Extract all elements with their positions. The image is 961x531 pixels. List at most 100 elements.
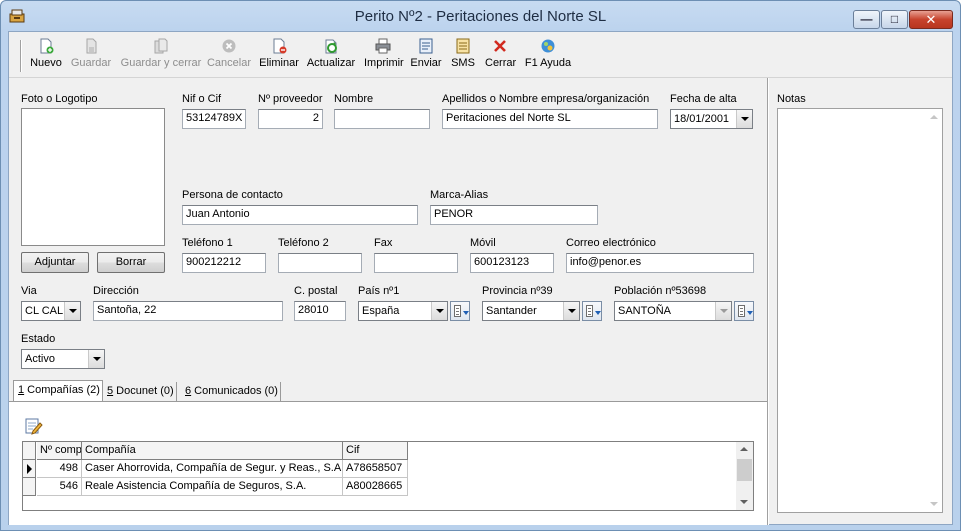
list-icon bbox=[586, 305, 593, 317]
chevron-down-icon[interactable] bbox=[715, 302, 731, 320]
scroll-down-icon[interactable] bbox=[926, 496, 942, 512]
telefono1-label: Teléfono 1 bbox=[182, 237, 233, 249]
via-select[interactable]: CL CAL bbox=[21, 301, 81, 321]
col-header-num[interactable]: Nº comp bbox=[37, 442, 82, 460]
telefono2-input[interactable] bbox=[278, 253, 362, 273]
foto-label: Foto o Logotipo bbox=[21, 93, 98, 105]
chevron-down-icon[interactable] bbox=[64, 302, 80, 320]
eliminar-label: Eliminar bbox=[259, 57, 299, 69]
notas-textarea[interactable] bbox=[777, 108, 943, 513]
borrar-button[interactable]: Borrar bbox=[97, 252, 165, 273]
correo-input[interactable]: info@penor.es bbox=[566, 253, 754, 273]
enviar-button[interactable]: Enviar bbox=[409, 38, 443, 74]
photo-box[interactable] bbox=[21, 108, 165, 246]
cpostal-label: C. postal bbox=[294, 285, 338, 297]
list-icon bbox=[738, 305, 745, 317]
help-icon bbox=[541, 39, 555, 53]
adjuntar-button[interactable]: Adjuntar bbox=[21, 252, 89, 273]
client-area: Nuevo Guardar Guardar y cerrar Cancelar … bbox=[8, 31, 953, 525]
table-row-2-compania[interactable]: Reale Asistencia Compañía de Seguros, S.… bbox=[82, 478, 343, 496]
fax-input[interactable] bbox=[374, 253, 458, 273]
imprimir-button[interactable]: Imprimir bbox=[364, 38, 404, 74]
cpostal-input[interactable]: 28010 bbox=[294, 301, 346, 321]
chevron-down-icon bbox=[747, 311, 753, 315]
movil-input[interactable]: 600123123 bbox=[470, 253, 554, 273]
close-x-icon bbox=[494, 40, 506, 52]
telefono2-label: Teléfono 2 bbox=[278, 237, 329, 249]
fax-label: Fax bbox=[374, 237, 393, 249]
direccion-input[interactable]: Santoña, 22 bbox=[93, 301, 283, 321]
tab-docunet[interactable]: 5 Docunet (0) bbox=[103, 382, 177, 402]
notas-scrollbar[interactable] bbox=[926, 109, 942, 512]
minimize-button[interactable]: — bbox=[853, 10, 880, 29]
via-value: CL CAL bbox=[25, 305, 64, 317]
delete-icon bbox=[273, 38, 287, 54]
scroll-thumb[interactable] bbox=[737, 459, 752, 481]
chevron-down-icon bbox=[463, 311, 469, 315]
refresh-icon bbox=[325, 39, 337, 54]
sms-button[interactable]: SMS bbox=[450, 38, 476, 74]
eliminar-button[interactable]: Eliminar bbox=[259, 38, 299, 74]
estado-select[interactable]: Activo bbox=[21, 349, 105, 369]
close-window-button[interactable]: ✕ bbox=[909, 10, 953, 29]
guardar-cerrar-button[interactable]: Guardar y cerrar bbox=[119, 38, 203, 74]
grid-scrollbar[interactable] bbox=[736, 442, 753, 510]
pais-select[interactable]: España bbox=[358, 301, 448, 321]
tab-docunet-label: Docunet (0) bbox=[113, 385, 174, 397]
chevron-down-icon[interactable] bbox=[563, 302, 579, 320]
edit-icon[interactable] bbox=[23, 416, 43, 436]
nuevo-button[interactable]: Nuevo bbox=[27, 38, 65, 74]
cerrar-button[interactable]: Cerrar bbox=[485, 38, 517, 74]
maximize-icon: □ bbox=[890, 12, 899, 26]
fecha-alta-value: 18/01/2001 bbox=[674, 113, 730, 125]
provincia-select[interactable]: Santander bbox=[482, 301, 580, 321]
tab-comunicados[interactable]: 6 Comunicados (0) bbox=[181, 382, 281, 402]
proveedor-input[interactable]: 2 bbox=[258, 109, 323, 129]
cancel-icon bbox=[222, 39, 236, 53]
tab-companias[interactable]: 1 Compañías (2) bbox=[13, 380, 103, 402]
scroll-up-icon[interactable] bbox=[736, 442, 753, 458]
title-bar[interactable]: Perito Nº2 - Peritaciones del Norte SL —… bbox=[1, 1, 960, 31]
poblacion-picker-button[interactable] bbox=[734, 301, 754, 321]
maximize-button[interactable]: □ bbox=[881, 10, 908, 29]
table-row-1-compania[interactable]: Caser Ahorrovida, Compañía de Segur. y R… bbox=[82, 460, 343, 478]
contacto-input[interactable]: Juan Antonio bbox=[182, 205, 418, 225]
scroll-up-icon[interactable] bbox=[926, 109, 942, 125]
table-row-2-cif[interactable]: A80028665 bbox=[343, 478, 408, 496]
nif-label: Nif o Cif bbox=[182, 93, 222, 105]
estado-label: Estado bbox=[21, 333, 56, 345]
movil-label: Móvil bbox=[470, 237, 496, 249]
chevron-down-icon[interactable] bbox=[88, 350, 104, 368]
provincia-picker-button[interactable] bbox=[582, 301, 602, 321]
actualizar-button[interactable]: Actualizar bbox=[306, 38, 356, 74]
row-indicator[interactable] bbox=[23, 460, 36, 478]
row-indicator[interactable] bbox=[23, 478, 36, 496]
poblacion-select[interactable]: SANTOÑA bbox=[614, 301, 732, 321]
col-header-cif[interactable]: Cif bbox=[343, 442, 408, 460]
table-row-1-cif[interactable]: A78658507 bbox=[343, 460, 408, 478]
cancelar-button[interactable]: Cancelar bbox=[205, 38, 253, 74]
save-close-icon bbox=[154, 38, 168, 54]
contacto-label: Persona de contacto bbox=[182, 189, 283, 201]
toolbar: Nuevo Guardar Guardar y cerrar Cancelar … bbox=[9, 32, 952, 78]
scroll-down-icon[interactable] bbox=[736, 494, 753, 510]
nombre-input[interactable] bbox=[334, 109, 430, 129]
marca-label: Marca-Alias bbox=[430, 189, 489, 201]
tab-comunicados-label: Comunicados (0) bbox=[191, 385, 278, 397]
chevron-down-icon[interactable] bbox=[431, 302, 447, 320]
estado-value: Activo bbox=[25, 353, 55, 365]
nif-input[interactable]: 53124789X bbox=[182, 109, 246, 129]
table-row-1-num[interactable]: 498 bbox=[37, 460, 82, 478]
table-row-2-num[interactable]: 546 bbox=[37, 478, 82, 496]
chevron-down-icon[interactable] bbox=[736, 110, 752, 128]
col-header-compania[interactable]: Compañía bbox=[82, 442, 343, 460]
marca-input[interactable]: PENOR bbox=[430, 205, 598, 225]
cerrar-label: Cerrar bbox=[485, 57, 517, 69]
guardar-button[interactable]: Guardar bbox=[69, 38, 113, 74]
ayuda-button[interactable]: F1 Ayuda bbox=[523, 38, 573, 74]
companias-grid[interactable]: Nº comp Compañía Cif 498 Caser Ahorrovid… bbox=[22, 441, 754, 511]
pais-picker-button[interactable] bbox=[450, 301, 470, 321]
fecha-alta-picker[interactable]: 18/01/2001 bbox=[670, 109, 753, 129]
telefono1-input[interactable]: 900212212 bbox=[182, 253, 266, 273]
apellidos-input[interactable]: Peritaciones del Norte SL bbox=[442, 109, 658, 129]
